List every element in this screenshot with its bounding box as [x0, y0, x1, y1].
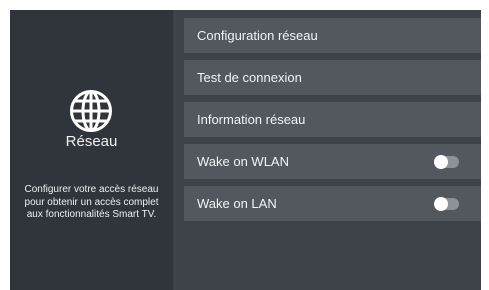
menu-item-wake-on-lan[interactable]: Wake on LAN — [184, 186, 481, 221]
description-line: pour obtenir un accès complet — [24, 196, 159, 208]
menu-item-wake-on-wlan[interactable]: Wake on WLAN — [184, 144, 481, 179]
tv-settings-screen: Réseau Configurer votre accès réseau pou… — [10, 10, 481, 290]
menu-item-label: Wake on WLAN — [197, 154, 289, 169]
section-description: Configurer votre accès réseau pour obten… — [10, 184, 173, 222]
menu-item-label: Wake on LAN — [197, 196, 277, 211]
menu-item-network-information[interactable]: Information réseau — [184, 102, 481, 137]
globe-icon — [70, 90, 112, 132]
menu-item-label: Information réseau — [197, 112, 306, 127]
menu-item-label: Test de connexion — [197, 70, 302, 85]
menu-item-connection-test[interactable]: Test de connexion — [184, 60, 481, 95]
description-line: aux fonctionnalités Smart TV. — [26, 209, 157, 220]
wake-on-wlan-toggle[interactable] — [434, 154, 459, 169]
toggle-knob — [434, 196, 448, 211]
section-title: Réseau — [65, 133, 118, 150]
wake-on-lan-toggle[interactable] — [434, 196, 459, 211]
menu-item-network-configuration[interactable]: Configuration réseau — [184, 18, 481, 53]
menu-item-label: Configuration réseau — [197, 28, 318, 43]
network-info-panel: Réseau Configurer votre accès réseau pou… — [10, 10, 173, 290]
toggle-knob — [434, 154, 448, 169]
description-line: Configurer votre accès réseau — [24, 184, 159, 195]
